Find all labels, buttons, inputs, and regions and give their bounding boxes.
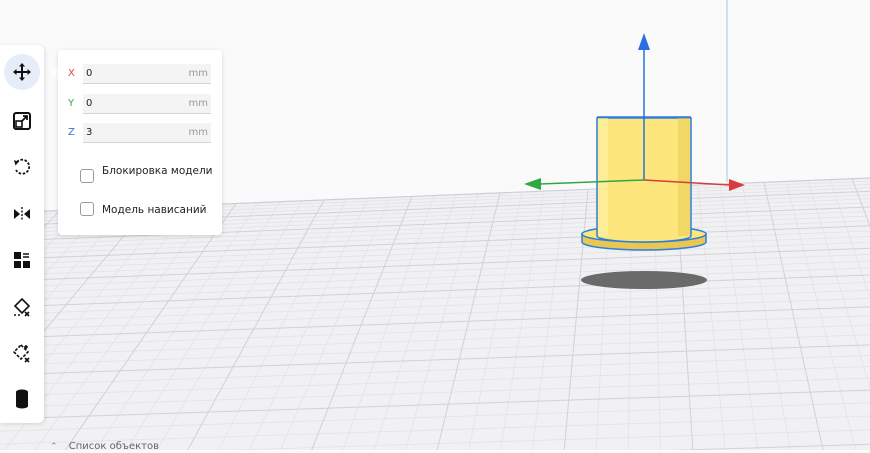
move-tool-button[interactable] <box>4 54 40 90</box>
custom-supports-button[interactable] <box>4 335 40 371</box>
per-model-settings-button[interactable] <box>4 242 40 278</box>
x-position-row: X mm <box>68 64 214 86</box>
object-list-label: Список объектов <box>68 441 159 452</box>
drop-model-label: Модель нависаний <box>102 204 207 216</box>
move-arrows-icon <box>13 63 31 81</box>
z-position-row: Z mm <box>68 123 214 145</box>
per-model-settings-icon <box>14 252 30 268</box>
y-unit-label: mm <box>188 98 208 109</box>
move-settings-panel: X mm Y mm Z mm Блокировка модели Модель … <box>58 50 222 235</box>
y-position-row: Y mm <box>68 94 214 116</box>
z-unit-label: mm <box>188 127 208 138</box>
lock-model-checkbox[interactable] <box>80 169 94 183</box>
custom-supports-icon <box>12 343 30 363</box>
mirror-icon <box>14 207 30 221</box>
drop-model-checkbox[interactable] <box>80 202 94 216</box>
rotate-icon <box>14 158 31 175</box>
left-toolbar <box>0 45 44 423</box>
mirror-tool-button[interactable] <box>4 196 40 232</box>
object-list-toggle[interactable]: ⌃ Список объектов <box>50 441 159 453</box>
x-unit-label: mm <box>188 68 208 79</box>
lock-model-option[interactable]: Блокировка модели <box>80 164 215 194</box>
support-blocker-icon <box>13 297 31 317</box>
z-axis-label: Z <box>68 127 75 138</box>
cylinder-icon <box>16 389 28 409</box>
y-axis-label: Y <box>68 98 75 109</box>
lock-model-label: Блокировка модели <box>102 165 213 177</box>
support-blocker-button[interactable] <box>4 289 40 325</box>
drop-model-option[interactable]: Модель нависаний <box>80 201 215 219</box>
rotate-tool-button[interactable] <box>4 149 40 185</box>
scale-icon <box>13 112 31 130</box>
cylinder-tool-button[interactable] <box>4 381 40 417</box>
x-axis-label: X <box>68 68 75 79</box>
chevron-up-icon: ⌃ <box>50 441 58 452</box>
scale-tool-button[interactable] <box>4 103 40 139</box>
panel-pointer <box>51 66 58 80</box>
model-shadow <box>581 271 707 289</box>
